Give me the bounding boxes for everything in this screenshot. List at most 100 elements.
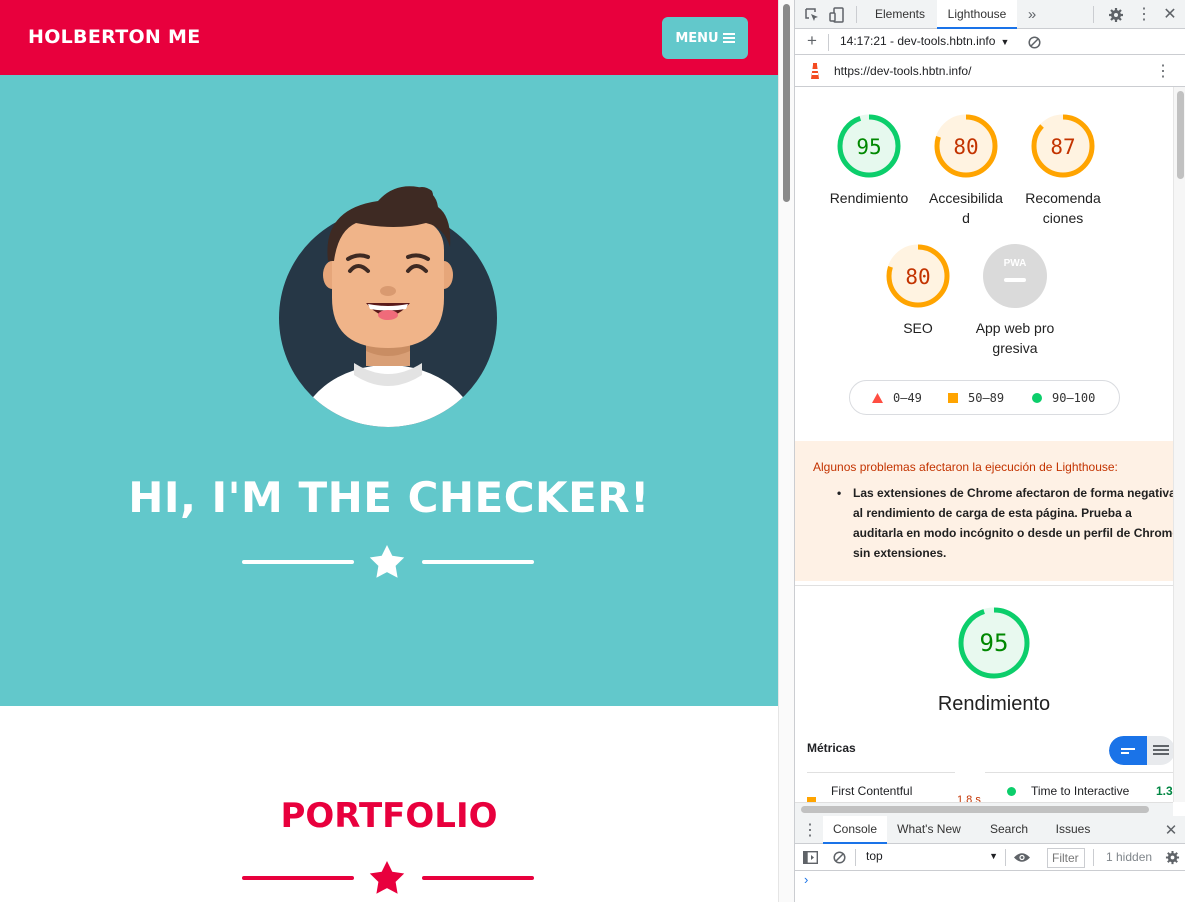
performance-gauge[interactable]: 95	[957, 606, 1031, 683]
score-legend: 0–49 50–89 90–100	[849, 380, 1120, 415]
star-icon	[369, 861, 405, 894]
lighthouse-toolbar: + 14:17:21 - dev-tools.hbtn.info ▼	[795, 29, 1185, 55]
legend-range: 0–49	[893, 391, 922, 405]
gauge-accesibilidad[interactable]: 80 Accesibilidad	[911, 114, 1021, 228]
gauge-score: 80	[953, 135, 978, 159]
report-selector[interactable]: 14:17:21 - dev-tools.hbtn.info ▼	[840, 34, 1009, 50]
lighthouse-report: 95 Rendimiento 80 Accesibilidad 87 Recomendac…	[795, 87, 1173, 802]
scrollbar-thumb[interactable]	[1177, 91, 1184, 179]
hero-title: HI, I'M THE CHECKER!	[128, 473, 650, 522]
toolbar-separator	[856, 6, 857, 23]
chevron-down-icon: ▼	[1000, 37, 1010, 47]
performance-title: Rendimiento	[937, 693, 1051, 715]
clear-console-icon[interactable]	[831, 849, 847, 865]
gauge-ring: 80	[934, 114, 998, 178]
site-navbar: HOLBERTON ME MENU	[0, 0, 778, 75]
hero-divider	[242, 544, 534, 580]
gauge-label: Recomendaciones	[1025, 190, 1101, 226]
sidebar-toggle-icon[interactable]	[802, 849, 818, 865]
gauge-seo[interactable]: 80 SEO	[863, 244, 973, 338]
divider-line	[242, 876, 354, 880]
chevron-down-icon: ▼	[989, 851, 998, 861]
gauge-recomendaciones[interactable]: 87 Recomendaciones	[1008, 114, 1118, 228]
expanded-view-icon[interactable]	[1153, 743, 1169, 757]
page-scrollbar-thumb[interactable]	[783, 4, 790, 202]
settings-gear-icon[interactable]	[1107, 6, 1125, 24]
report-horizontal-scrollbar[interactable]	[795, 802, 1173, 816]
toolbar-separator	[855, 849, 856, 866]
report-menu-icon[interactable]: ⋮	[1155, 62, 1171, 80]
tab-lighthouse[interactable]: Lighthouse	[937, 0, 1017, 29]
performance-gauge-ring: 95	[958, 607, 1030, 679]
close-drawer-icon[interactable]: ✕	[1163, 821, 1179, 839]
portfolio-divider	[242, 860, 534, 896]
view-toggle-active[interactable]	[1109, 736, 1147, 765]
devtools-panel: Elements Lighthouse » ⋮ ✕ + 14:17:21 - d…	[794, 0, 1185, 902]
warning-title: Algunos problemas afectaron la ejecución…	[813, 460, 1118, 474]
bullet-icon: •	[837, 486, 842, 500]
toolbar-separator	[1093, 849, 1094, 866]
hero-section: HI, I'M THE CHECKER!	[0, 75, 778, 706]
legend-range: 50–89	[968, 391, 1005, 405]
tab-search[interactable]: Search	[981, 816, 1037, 844]
circle-icon	[1007, 787, 1016, 796]
drawer-menu-icon[interactable]: ⋮	[802, 821, 818, 839]
compact-view-icon	[1121, 748, 1135, 754]
more-tabs-icon[interactable]: »	[1023, 5, 1041, 23]
section-divider	[795, 585, 1173, 586]
context-selector-value: top	[866, 849, 883, 863]
new-report-icon[interactable]: +	[804, 31, 820, 50]
gauge-app-web-progresiva[interactable]: PWA App web progresiva	[960, 244, 1070, 358]
gauge-score: 80	[905, 265, 930, 289]
square-icon	[948, 393, 958, 403]
tab-issues[interactable]: Issues	[1047, 816, 1099, 844]
metric-name: Time to Interactive	[1031, 784, 1130, 798]
console-settings-icon[interactable]	[1164, 849, 1180, 865]
metric-value: 1.3	[1156, 784, 1173, 798]
tab-console[interactable]: Console	[823, 816, 887, 844]
gauge-label: SEO	[903, 320, 933, 336]
toolbar-separator	[1005, 849, 1006, 866]
console-filter-input[interactable]: Filter	[1047, 848, 1085, 868]
avatar-illustration	[279, 186, 497, 427]
lighthouse-logo-icon	[807, 62, 823, 80]
report-selector-label: 14:17:21 - dev-tools.hbtn.info	[840, 34, 996, 48]
more-options-icon[interactable]: ⋮	[1135, 5, 1153, 23]
metric-value: 1.8 s	[957, 794, 981, 802]
hamburger-icon	[722, 33, 735, 43]
tab-whats-new[interactable]: What's New	[890, 816, 968, 844]
tab-elements[interactable]: Elements	[865, 0, 935, 29]
legend-fail: 0–49	[872, 391, 922, 405]
toolbar-separator	[828, 34, 829, 51]
legend-average: 50–89	[948, 391, 1004, 405]
divider-line	[422, 560, 534, 564]
report-vertical-scrollbar[interactable]	[1173, 87, 1185, 802]
website-viewport: HOLBERTON ME MENU HI, I'M THE CHECKER! P…	[0, 0, 778, 902]
metrics-heading: Métricas	[807, 741, 856, 755]
gauge-rendimiento[interactable]: 95 Rendimiento	[814, 114, 924, 208]
circle-icon	[1032, 393, 1042, 403]
menu-button[interactable]: MENU	[662, 17, 748, 59]
runtime-warning: Algunos problemas afectaron la ejecución…	[795, 441, 1173, 581]
device-toolbar-icon[interactable]	[828, 6, 846, 24]
eye-icon[interactable]	[1013, 849, 1031, 865]
context-selector[interactable]: top ▼	[866, 849, 998, 863]
inspect-element-icon[interactable]	[803, 6, 821, 24]
gauge-label: Accesibilidad	[929, 190, 1003, 226]
performance-score: 95	[980, 629, 1009, 657]
metric-name: First Contentful	[831, 784, 913, 798]
gauge-label: Rendimiento	[829, 190, 909, 206]
metrics-view-toggle[interactable]	[1109, 736, 1173, 765]
menu-button-label: MENU	[675, 30, 719, 46]
site-brand[interactable]: HOLBERTON ME	[28, 26, 201, 48]
toolbar-separator	[1093, 6, 1094, 23]
gauge-ring: 87	[1031, 114, 1095, 178]
audited-url[interactable]: https://dev-tools.hbtn.info/	[834, 64, 971, 78]
console-prompt[interactable]: ›	[804, 872, 808, 887]
devtools-tabbar: Elements Lighthouse » ⋮ ✕	[795, 0, 1185, 29]
close-icon[interactable]: ✕	[1161, 5, 1179, 23]
clear-all-icon[interactable]	[1026, 33, 1042, 51]
page-scrollbar[interactable]	[778, 0, 794, 902]
scrollbar-thumb[interactable]	[801, 806, 1149, 813]
metric-rule	[807, 772, 955, 773]
